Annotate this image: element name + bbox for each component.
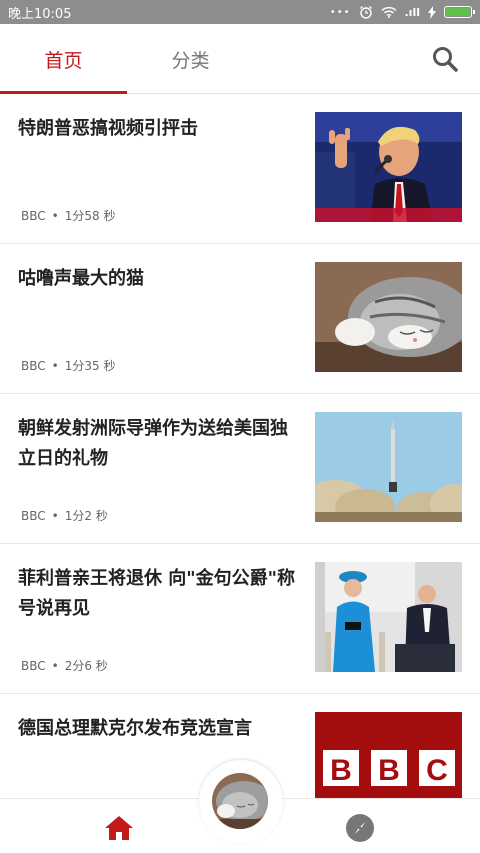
search-icon bbox=[433, 47, 458, 72]
news-meta: BBC • 1分2 秒 bbox=[21, 509, 108, 523]
tab-home[interactable]: 首页 bbox=[0, 24, 127, 94]
news-title: 德国总理默克尔发布竞选宣言 bbox=[18, 718, 252, 739]
news-source: BBC bbox=[21, 359, 46, 373]
news-item[interactable]: 朝鲜发射洲际导弹作为送给美国独立日的礼物 BBC • 1分2 秒 bbox=[0, 394, 480, 544]
cat-avatar bbox=[212, 773, 268, 829]
status-icons: ••• .ıll bbox=[329, 5, 475, 19]
signal-icon: .ıll bbox=[404, 5, 421, 19]
top-tab-bar: 首页 分类 bbox=[0, 24, 480, 94]
battery-icon bbox=[444, 6, 475, 18]
news-meta: BBC • 1分35 秒 bbox=[21, 359, 116, 373]
wifi-icon bbox=[380, 6, 397, 18]
tab-category[interactable]: 分类 bbox=[127, 24, 254, 94]
news-title: 朝鲜发射洲际导弹作为送给美国独立日的礼物 bbox=[18, 418, 288, 469]
nav-home-button[interactable] bbox=[103, 814, 135, 842]
news-meta: BBC • 2分6 秒 bbox=[21, 659, 108, 673]
news-duration: 1分58 秒 bbox=[64, 209, 116, 223]
news-thumbnail-bbc-logo: B B C bbox=[315, 712, 462, 798]
status-bar: 晚上10:05 ••• .ıll bbox=[0, 0, 480, 24]
home-icon bbox=[105, 816, 133, 840]
news-item[interactable]: 特朗普恶搞视频引抨击 BBC • 1分58 秒 bbox=[0, 94, 480, 244]
news-source: BBC bbox=[21, 659, 46, 673]
search-button[interactable] bbox=[430, 44, 460, 74]
news-duration: 2分6 秒 bbox=[64, 659, 108, 673]
news-title: 菲利普亲王将退休 向"金句公爵"称号说再见 bbox=[18, 568, 296, 619]
bbc-logo-letter-b1: B bbox=[330, 754, 352, 787]
compass-icon bbox=[346, 814, 374, 842]
news-thumbnail-trump bbox=[315, 112, 462, 222]
center-cat-button[interactable] bbox=[199, 760, 283, 844]
bbc-logo-letter-c: C bbox=[426, 754, 448, 787]
nav-discover-button[interactable] bbox=[345, 813, 375, 843]
news-meta: BBC • 1分58 秒 bbox=[21, 209, 116, 223]
bbc-logo-letter-b2: B bbox=[378, 754, 400, 787]
news-title: 特朗普恶搞视频引抨击 bbox=[18, 118, 198, 139]
more-dots-icon: ••• bbox=[329, 6, 351, 18]
alarm-icon bbox=[359, 5, 373, 19]
news-thumbnail-missile bbox=[315, 412, 462, 522]
news-item[interactable]: 菲利普亲王将退休 向"金句公爵"称号说再见 BBC • 2分6 秒 bbox=[0, 544, 480, 694]
news-duration: 1分35 秒 bbox=[64, 359, 116, 373]
news-thumbnail-cat bbox=[315, 262, 462, 372]
news-duration: 1分2 秒 bbox=[64, 509, 108, 523]
status-time: 晚上10:05 bbox=[8, 6, 72, 22]
news-title: 咕噜声最大的猫 bbox=[18, 268, 144, 289]
news-list: 特朗普恶搞视频引抨击 BBC • 1分58 秒 咕噜声最大的猫 BBC • 1分… bbox=[0, 94, 480, 798]
news-item[interactable]: 咕噜声最大的猫 BBC • 1分35 秒 bbox=[0, 244, 480, 394]
news-source: BBC bbox=[21, 509, 46, 523]
charging-icon bbox=[428, 5, 436, 19]
news-thumbnail-royals bbox=[315, 562, 462, 672]
news-source: BBC bbox=[21, 209, 46, 223]
